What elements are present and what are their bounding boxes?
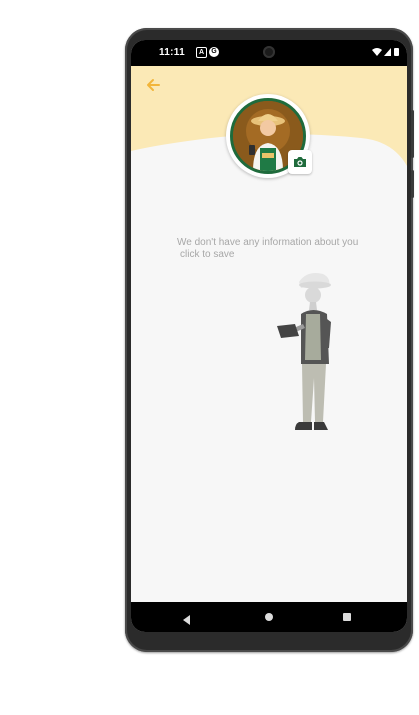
navigation-bar xyxy=(131,602,407,632)
camera-icon xyxy=(294,157,306,167)
nav-home-icon[interactable] xyxy=(265,613,273,621)
status-icons xyxy=(371,46,401,61)
status-bar: 11:11 A G xyxy=(131,40,407,66)
phone-side-button xyxy=(411,170,414,198)
change-photo-button[interactable] xyxy=(288,150,312,174)
click-to-save-text[interactable]: click to save xyxy=(177,249,397,261)
empty-state-message[interactable]: We don't have any information about you … xyxy=(177,237,397,261)
empty-state-line1: We don't have any information about you xyxy=(177,237,359,248)
back-button[interactable] xyxy=(143,74,165,96)
front-camera xyxy=(263,46,275,58)
notification-g-icon: G xyxy=(209,47,219,57)
phone-screen: 11:11 A G We don't have any information … xyxy=(131,40,407,632)
arrow-left-icon xyxy=(147,79,160,91)
status-time: 11:11 xyxy=(159,47,185,58)
nav-recent-icon[interactable] xyxy=(343,613,351,621)
phone-side-button xyxy=(411,110,414,158)
wifi-signal-battery-icon xyxy=(372,48,399,56)
notification-a-icon: A xyxy=(196,47,207,58)
nav-back-icon[interactable] xyxy=(182,612,192,630)
person-with-tablet-illustration xyxy=(277,273,331,430)
